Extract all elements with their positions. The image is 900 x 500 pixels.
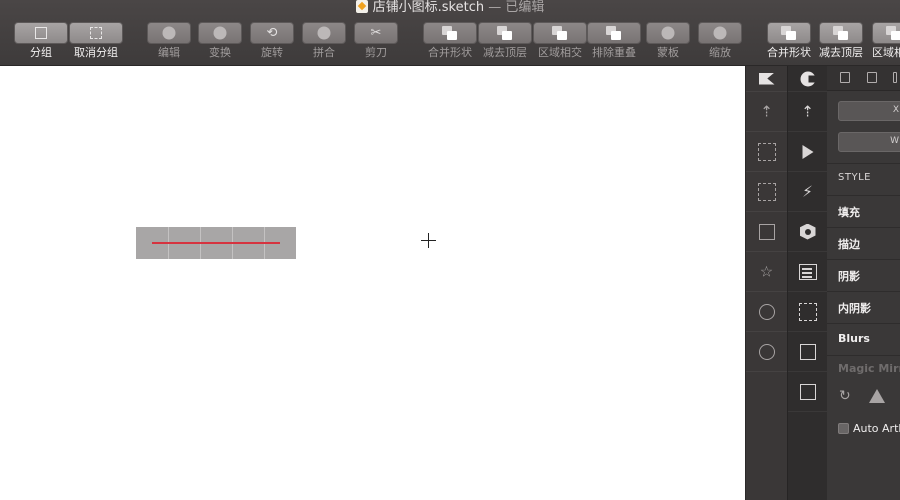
- inspector-panel: X W STYLE 填充 描边 阴影 内阴影 Blurs Magic Mirro…: [827, 66, 900, 500]
- magic-mirror-tools: ↻: [827, 382, 900, 410]
- rail-item-craft[interactable]: [788, 66, 827, 92]
- scale-icon: [713, 26, 727, 40]
- mask-icon: [661, 26, 675, 40]
- union-icon: [442, 26, 458, 40]
- edit-frame-icon: [799, 343, 816, 360]
- rail-item-prototype[interactable]: [788, 132, 827, 172]
- rail-item-edit-frame[interactable]: [788, 332, 827, 372]
- auto-artboard-checkbox[interactable]: Auto Artboard: [838, 417, 900, 436]
- more-options-icon[interactable]: [893, 72, 897, 83]
- rail-item-artboard-resize[interactable]: [746, 132, 787, 172]
- export-icon: ⇡: [760, 102, 773, 120]
- add-image-icon: [799, 383, 816, 400]
- x-position-field[interactable]: X: [838, 101, 900, 121]
- crosshair-cursor-icon: [421, 233, 436, 248]
- artboard-resize-icon: [757, 142, 776, 161]
- union-button-2[interactable]: 合并形状: [766, 22, 812, 64]
- pie-chart-icon: [758, 343, 775, 360]
- document-name: 店铺小图标.sketch: [372, 0, 485, 15]
- difference-button[interactable]: 排除重叠: [587, 22, 641, 64]
- width-field[interactable]: W: [838, 132, 900, 152]
- ungroup-icon: [90, 27, 102, 39]
- refresh-icon[interactable]: ↻: [839, 388, 851, 404]
- transform-icon: [213, 26, 227, 40]
- transform-button[interactable]: 变换: [198, 22, 242, 64]
- intersect-button-2[interactable]: 区域相: [872, 22, 900, 64]
- palette-icon: [758, 303, 775, 320]
- rail-item-library[interactable]: [788, 212, 827, 252]
- symbol-star-icon: ☆: [759, 262, 774, 280]
- checkbox-icon[interactable]: [838, 423, 849, 434]
- rail-item-layout-grid[interactable]: [746, 172, 787, 212]
- scissors-icon: ✂: [370, 25, 382, 41]
- magic-mirror-section: Magic Mirror: [827, 355, 900, 383]
- rail-item-lightning[interactable]: ⚡: [788, 172, 827, 212]
- scissors-button[interactable]: ✂ 剪刀: [354, 22, 398, 64]
- layout-grid-icon: [757, 182, 776, 201]
- subtract-button[interactable]: 减去顶层: [478, 22, 532, 64]
- flatten-button[interactable]: 拼合: [302, 22, 346, 64]
- rail-item-palette[interactable]: [746, 292, 787, 332]
- border-section[interactable]: 描边: [827, 227, 900, 259]
- rail-item-symbol[interactable]: ☆: [746, 252, 787, 292]
- union-icon: [781, 26, 797, 40]
- lightning-icon: ⚡: [802, 182, 813, 200]
- sketch-document-icon: [355, 0, 368, 13]
- subtract-button-2[interactable]: 减去顶层: [818, 22, 864, 64]
- fill-section[interactable]: 填充: [827, 195, 900, 227]
- library-hex-icon: [799, 223, 816, 240]
- prototype-play-icon: [802, 144, 813, 159]
- subtract-icon: [497, 26, 513, 40]
- alignment-bar: [827, 66, 900, 91]
- rotate-button[interactable]: ⟲ 旋转: [250, 22, 294, 64]
- group-icon: [35, 27, 47, 39]
- subtract-icon: [833, 26, 849, 40]
- selected-layer[interactable]: [136, 227, 296, 259]
- panel-layout-icon: [758, 223, 775, 240]
- duplicate-grid-icon: [798, 302, 817, 321]
- kitchen-logo-icon: [758, 72, 775, 85]
- edit-button[interactable]: 编辑: [147, 22, 191, 64]
- rail-item-export[interactable]: ⇡: [746, 92, 787, 132]
- toolbar: 店铺小图标.sketch — 已编辑 分组 取消分组 编辑 变换 ⟲ 旋转 拼合…: [0, 0, 900, 66]
- intersect-icon: [552, 26, 568, 40]
- union-button[interactable]: 合并形状: [423, 22, 477, 64]
- flip-icon[interactable]: [869, 389, 885, 403]
- flatten-icon: [317, 26, 331, 40]
- upload-icon: ⇡: [801, 102, 814, 120]
- rail-item-data[interactable]: [788, 252, 827, 292]
- edit-status: — 已编辑: [488, 0, 545, 15]
- rail-item-kitchen[interactable]: [746, 66, 787, 92]
- align-center-icon[interactable]: [867, 72, 877, 83]
- difference-icon: [606, 26, 622, 40]
- shadow-section[interactable]: 阴影: [827, 259, 900, 291]
- intersect-icon: [886, 26, 900, 40]
- data-list-icon: [798, 263, 817, 280]
- align-left-icon[interactable]: [840, 72, 850, 83]
- ungroup-button[interactable]: 取消分组: [68, 22, 124, 64]
- style-header: STYLE: [827, 163, 900, 195]
- rail-item-pie-chart[interactable]: [746, 332, 787, 372]
- mask-button[interactable]: 蒙板: [646, 22, 690, 64]
- tool-rail: ⇡ ⚡: [787, 66, 827, 500]
- inner-shadow-section[interactable]: 内阴影: [827, 291, 900, 323]
- rail-item-upload[interactable]: ⇡: [788, 92, 827, 132]
- scale-button[interactable]: 缩放: [698, 22, 742, 64]
- window-title: 店铺小图标.sketch — 已编辑: [0, 0, 900, 16]
- rail-item-panel-layout[interactable]: [746, 212, 787, 252]
- rail-item-duplicate[interactable]: [788, 292, 827, 332]
- rail-item-add-image[interactable]: [788, 372, 827, 412]
- group-button[interactable]: 分组: [14, 22, 68, 64]
- craft-logo-icon: [800, 71, 815, 86]
- plugin-rail: ⇡ ☆: [745, 66, 787, 500]
- red-guide-line: [152, 242, 280, 244]
- intersect-button[interactable]: 区域相交: [533, 22, 587, 64]
- blurs-section[interactable]: Blurs: [827, 323, 900, 355]
- canvas[interactable]: [0, 66, 745, 500]
- rotate-icon: ⟲: [266, 25, 278, 41]
- edit-icon: [162, 26, 176, 40]
